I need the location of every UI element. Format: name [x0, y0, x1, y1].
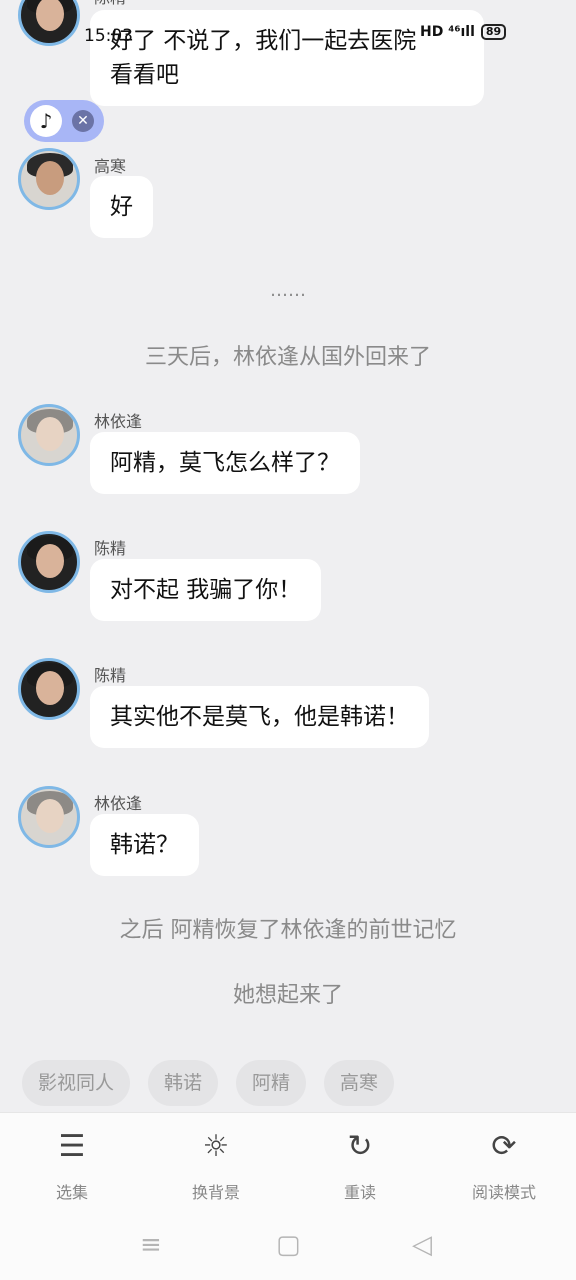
- change-background-button[interactable]: ☼ 换背景: [156, 1127, 276, 1203]
- message-text: 对不起 我骗了你！: [110, 577, 302, 603]
- toolbar-label: 阅读模式: [471, 1183, 536, 1202]
- narration-ellipsis: ……: [270, 280, 306, 301]
- narration-text: 三天后，林依逢从国外回来了: [144, 345, 431, 370]
- narration-text: 之后 阿精恢复了林依逢的前世记忆: [119, 918, 457, 943]
- floating-audio-widget[interactable]: ♪ ✕: [24, 100, 104, 142]
- sender-name: 高寒: [94, 157, 127, 176]
- loop-icon: ⟳: [491, 1129, 517, 1164]
- status-time: 15:03: [84, 26, 133, 46]
- toolbar-label: 重读: [343, 1183, 376, 1202]
- sender-name: 陈精: [94, 0, 126, 8]
- battery-icon: 89: [480, 24, 507, 40]
- sender-name: 林依逢: [94, 412, 143, 431]
- avatar[interactable]: [18, 786, 80, 848]
- list-icon: ☰: [58, 1129, 86, 1164]
- sender-name: 陈精: [94, 539, 127, 558]
- close-icon[interactable]: ✕: [72, 110, 94, 132]
- message-text: 看看吧: [110, 62, 179, 88]
- narration-text: 她想起来了: [232, 983, 343, 1008]
- episodes-button[interactable]: ☰ 选集: [12, 1127, 132, 1203]
- reread-button[interactable]: ↻ 重读: [300, 1127, 420, 1203]
- avatar[interactable]: [18, 404, 80, 466]
- message-bubble[interactable]: 阿精，莫飞怎么样了？: [90, 432, 360, 494]
- message-text: 好: [110, 194, 133, 220]
- status-bar: 15:03 HD ⁴⁶ıll 89: [0, 22, 576, 52]
- message-bubble[interactable]: 好: [90, 176, 153, 238]
- toolbar-label: 选集: [55, 1183, 88, 1202]
- replay-icon: ↻: [347, 1129, 373, 1164]
- sender-name: 林依逢: [94, 794, 143, 813]
- tag-chip[interactable]: 韩诺: [148, 1060, 219, 1106]
- tag-chip[interactable]: 高寒: [324, 1060, 395, 1106]
- tag-chip[interactable]: 阿精: [236, 1060, 307, 1106]
- audio-play-icon[interactable]: ♪: [30, 105, 62, 137]
- message-bubble[interactable]: 其实他不是莫飞，他是韩诺！: [90, 686, 429, 748]
- message-bubble[interactable]: 对不起 我骗了你！: [90, 559, 322, 621]
- network-indicator: HD ⁴⁶ıll: [420, 24, 475, 40]
- tag-list: 影视同人 韩诺 阿精 高寒: [22, 1060, 395, 1106]
- reading-mode-button[interactable]: ⟳ 阅读模式: [444, 1127, 564, 1203]
- status-indicators: HD ⁴⁶ıll 89: [420, 24, 507, 40]
- toolbar-label: 换背景: [191, 1183, 240, 1202]
- message-bubble[interactable]: 韩诺？: [90, 814, 199, 876]
- message-text: 韩诺？: [110, 832, 179, 858]
- tag-chip[interactable]: 影视同人: [22, 1060, 131, 1106]
- avatar[interactable]: [18, 531, 80, 593]
- bottom-toolbar: ☰ 选集 ☼ 换背景 ↻ 重读 ⟳ 阅读模式: [0, 1112, 576, 1210]
- system-navigation-bar: ≡ ▢ ◁: [0, 1210, 576, 1280]
- avatar[interactable]: [18, 658, 80, 720]
- message-text: 阿精，莫飞怎么样了？: [110, 450, 340, 476]
- brightness-icon: ☼: [202, 1129, 230, 1164]
- back-icon[interactable]: ◁: [412, 1230, 432, 1260]
- menu-icon[interactable]: ≡: [140, 1230, 162, 1260]
- sender-name: 陈精: [94, 666, 127, 685]
- home-icon[interactable]: ▢: [276, 1230, 301, 1260]
- avatar[interactable]: [18, 148, 80, 210]
- message-text: 其实他不是莫飞，他是韩诺！: [110, 704, 409, 730]
